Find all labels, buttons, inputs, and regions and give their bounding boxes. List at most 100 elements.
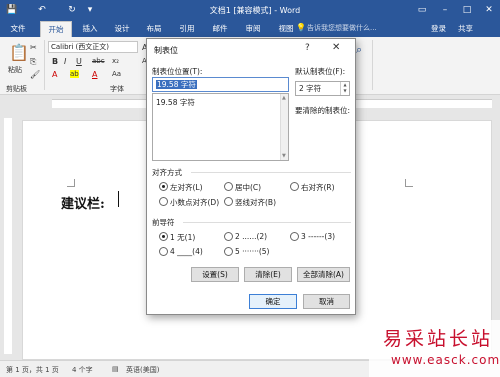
tab-design[interactable]: 设计 bbox=[108, 21, 136, 37]
tab-stop-list[interactable]: 19.58 字符 ▲ ▼ bbox=[152, 93, 289, 161]
default-tab-stops-label: 默认制表位(F): bbox=[295, 67, 346, 76]
share-button[interactable]: 共享 bbox=[458, 23, 473, 34]
align-left-radio[interactable] bbox=[159, 182, 168, 191]
separator bbox=[372, 40, 373, 90]
text-cursor bbox=[118, 191, 119, 207]
leader-line-label[interactable]: 4 ____(4) bbox=[170, 247, 203, 256]
paste-label[interactable]: 粘贴 bbox=[8, 65, 22, 75]
format-painter-icon[interactable]: 🖌 bbox=[30, 70, 40, 79]
lightbulb-icon: 💡 bbox=[296, 23, 306, 32]
margin-mark bbox=[67, 179, 75, 187]
align-right-label[interactable]: 右对齐(R) bbox=[301, 182, 335, 193]
align-bar-radio[interactable] bbox=[224, 197, 233, 206]
alignment-section-label: 对齐方式 bbox=[152, 168, 182, 177]
strikethrough-button[interactable]: abc bbox=[92, 57, 105, 65]
signin-link[interactable]: 登录 bbox=[431, 23, 446, 34]
font-group-label: 字体 bbox=[110, 85, 124, 93]
ok-button[interactable]: 确定 bbox=[249, 294, 297, 309]
save-icon[interactable]: 💾 bbox=[6, 4, 18, 16]
close-icon[interactable]: ✕ bbox=[332, 42, 340, 53]
tab-stop-position-label: 制表位位置(T): bbox=[152, 67, 203, 76]
title-bar: 💾 ↶ ↻ ▾ 文档1 [兼容模式] - Word ▭ – □ ✕ bbox=[0, 0, 500, 20]
customize-qat-icon[interactable]: ▾ bbox=[84, 4, 96, 16]
paste-icon[interactable]: 📋 bbox=[9, 43, 29, 62]
separator bbox=[183, 222, 351, 223]
tab-file[interactable]: 文件 bbox=[4, 21, 32, 37]
leader-line-radio[interactable] bbox=[159, 247, 168, 256]
list-item[interactable]: 19.58 字符 bbox=[156, 97, 195, 108]
leader-none-radio[interactable] bbox=[159, 232, 168, 241]
leader-section-label: 前导符 bbox=[152, 218, 175, 227]
ribbon-tabs: 文件 开始 插入 设计 布局 引用 邮件 审阅 视图 💡 告诉我您想要做什么..… bbox=[0, 20, 500, 37]
tabs-dialog: 制表位 ? ✕ 制表位位置(T): 19.58 字符 19.58 字符 ▲ ▼ … bbox=[146, 38, 356, 315]
tab-review[interactable]: 审阅 bbox=[239, 21, 267, 37]
change-case-button[interactable]: Aa bbox=[112, 70, 121, 78]
align-decimal-radio[interactable] bbox=[159, 197, 168, 206]
leader-dashes-radio[interactable] bbox=[290, 232, 299, 241]
help-icon[interactable]: ? bbox=[305, 43, 310, 53]
tab-stops-to-clear-label: 要清除的制表位: bbox=[295, 106, 351, 115]
redo-icon[interactable]: ↻ bbox=[66, 4, 78, 16]
subscript-button[interactable]: x₂ bbox=[112, 57, 119, 65]
margin-mark bbox=[405, 179, 413, 187]
align-center-radio[interactable] bbox=[224, 182, 233, 191]
align-bar-label[interactable]: 竖线对齐(B) bbox=[235, 197, 276, 208]
tab-references[interactable]: 引用 bbox=[173, 21, 201, 37]
text-effects-button[interactable]: A bbox=[52, 70, 57, 79]
language-status[interactable]: 英语(美国) bbox=[126, 365, 159, 375]
leader-dashes-label[interactable]: 3 ------(3) bbox=[301, 232, 335, 241]
leader-dots-radio[interactable] bbox=[224, 232, 233, 241]
cancel-button[interactable]: 取消 bbox=[303, 294, 350, 309]
tab-home[interactable]: 开始 bbox=[40, 21, 72, 37]
vertical-ruler bbox=[4, 118, 12, 354]
word-count[interactable]: 4 个字 bbox=[72, 365, 93, 375]
underline-button[interactable]: U bbox=[76, 57, 82, 66]
list-scrollbar[interactable]: ▲ ▼ bbox=[280, 94, 288, 160]
italic-button[interactable]: I bbox=[64, 57, 66, 66]
chevron-up-icon[interactable]: ▲ bbox=[282, 95, 286, 101]
align-decimal-label[interactable]: 小数点对齐(D) bbox=[170, 197, 219, 208]
separator bbox=[191, 172, 351, 173]
highlight-button[interactable]: ab bbox=[70, 70, 79, 78]
dialog-title: 制表位 bbox=[154, 46, 178, 55]
watermark-url: www.easck.com bbox=[391, 353, 500, 367]
font-name-select[interactable]: Calibri (西文正文) bbox=[48, 41, 138, 53]
spinner-arrows[interactable]: ▲ ▼ bbox=[340, 82, 349, 95]
cut-icon[interactable]: ✂ bbox=[30, 43, 37, 52]
tab-mailings[interactable]: 邮件 bbox=[206, 21, 234, 37]
window-title: 文档1 [兼容模式] - Word bbox=[209, 6, 301, 15]
page-count[interactable]: 第 1 页，共 1 页 bbox=[6, 365, 59, 375]
align-center-label[interactable]: 居中(C) bbox=[235, 182, 261, 193]
watermark-text: 易采站长站 bbox=[383, 328, 494, 350]
chevron-down-icon[interactable]: ▼ bbox=[282, 153, 286, 159]
align-left-label[interactable]: 左对齐(L) bbox=[170, 182, 203, 193]
tab-insert[interactable]: 插入 bbox=[76, 21, 104, 37]
default-tab-stops-value: 2 字符 bbox=[299, 84, 322, 93]
clear-all-button[interactable]: 全部清除(A) bbox=[297, 267, 350, 282]
clear-button[interactable]: 清除(E) bbox=[244, 267, 292, 282]
maximize-button[interactable]: □ bbox=[458, 2, 476, 18]
align-right-radio[interactable] bbox=[290, 182, 299, 191]
undo-icon[interactable]: ↶ bbox=[36, 4, 48, 16]
leader-middot-radio[interactable] bbox=[224, 247, 233, 256]
leader-middot-label[interactable]: 5 ·······(5) bbox=[235, 247, 269, 256]
minimize-button[interactable]: – bbox=[436, 2, 454, 18]
tab-stop-position-input[interactable]: 19.58 字符 bbox=[152, 77, 289, 92]
document-text[interactable]: 建议栏: bbox=[61, 193, 105, 212]
separator bbox=[44, 40, 45, 90]
watermark-logo: 易采站长站 www.easck.com bbox=[369, 320, 500, 377]
ribbon-display-icon[interactable]: ▭ bbox=[413, 2, 431, 18]
leader-none-label[interactable]: 1 无(1) bbox=[170, 232, 195, 243]
tab-layout[interactable]: 布局 bbox=[140, 21, 168, 37]
bold-button[interactable]: B bbox=[52, 57, 58, 66]
clipboard-group-label: 剪贴板 bbox=[6, 85, 27, 93]
tell-me-input[interactable]: 告诉我您想要做什么... bbox=[307, 23, 377, 33]
proofing-icon[interactable]: ▤ bbox=[112, 365, 119, 373]
set-button[interactable]: 设置(S) bbox=[191, 267, 239, 282]
leader-dots-label[interactable]: 2 ......(2) bbox=[235, 232, 267, 241]
default-tab-stops-spinner[interactable]: 2 字符 ▲ ▼ bbox=[295, 81, 350, 96]
close-button[interactable]: ✕ bbox=[480, 2, 498, 18]
copy-icon[interactable]: ⎘ bbox=[30, 57, 36, 67]
find-icon[interactable]: ⌕ bbox=[356, 43, 362, 57]
font-color-button[interactable]: A bbox=[92, 70, 97, 79]
